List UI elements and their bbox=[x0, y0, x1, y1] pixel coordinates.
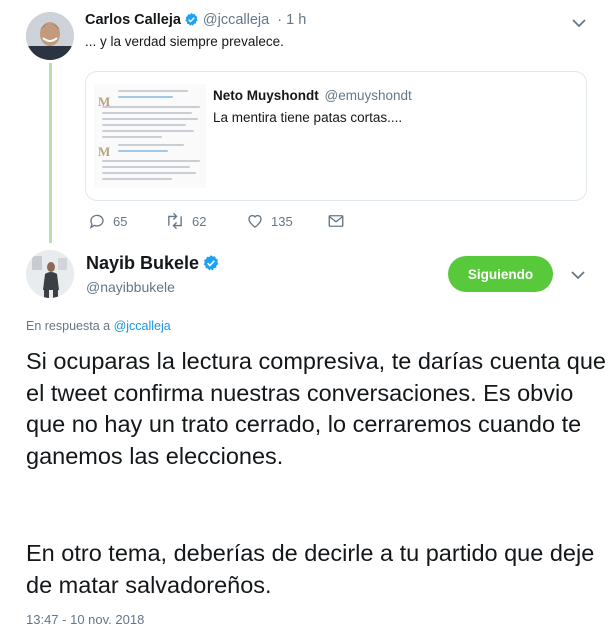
retweet-count: 62 bbox=[192, 213, 207, 229]
tweet-body-paragraph-1: Si ocuparas la lectura compresiva, te da… bbox=[26, 348, 606, 469]
in-reply-to-line: En respuesta a @jccalleja bbox=[26, 319, 171, 333]
avatar-portrait-image bbox=[26, 250, 74, 298]
svg-text:M: M bbox=[98, 144, 110, 159]
quoted-tweet-image: M M bbox=[94, 84, 206, 188]
quoted-author-handle: @emuyshondt bbox=[324, 88, 412, 103]
avatar-carlos-calleja[interactable] bbox=[26, 12, 74, 60]
reply-count: 65 bbox=[113, 213, 128, 229]
retweet-icon bbox=[168, 212, 182, 230]
avatar-nayib-bukele[interactable] bbox=[26, 250, 74, 298]
quoted-author-name: Neto Muyshondt bbox=[213, 88, 319, 103]
verified-badge-icon bbox=[184, 12, 199, 31]
tweet-timestamp[interactable]: 13:47 - 10 nov. 2018 bbox=[26, 612, 144, 627]
thread-connector-line bbox=[49, 63, 52, 243]
reply-icon bbox=[89, 214, 104, 229]
like-button[interactable]: 135 bbox=[246, 212, 293, 230]
retweet-button[interactable]: 62 bbox=[165, 212, 206, 230]
message-icon bbox=[328, 215, 344, 227]
parent-tweet-age[interactable]: · 1 h bbox=[277, 12, 306, 28]
quoted-tweet-card[interactable]: M M Neto Muyshondt @emuyshondt La mentir… bbox=[85, 71, 587, 201]
quoted-author-line: Neto Muyshondt @emuyshondt bbox=[213, 88, 412, 103]
parent-tweet-text: ... y la verdad siempre prevalece. bbox=[85, 34, 284, 49]
reply-to-handle-link[interactable]: @jccalleja bbox=[114, 319, 171, 333]
parent-author-handle[interactable]: @jccalleja bbox=[203, 12, 269, 28]
avatar-portrait-image bbox=[26, 12, 74, 60]
direct-message-button[interactable] bbox=[327, 212, 345, 230]
following-button[interactable]: Siguiendo bbox=[448, 256, 553, 292]
like-icon bbox=[248, 214, 262, 228]
quoted-tweet-text: La mentira tiene patas cortas.... bbox=[213, 110, 403, 125]
verified-badge-icon bbox=[202, 254, 220, 277]
parent-author-name[interactable]: Carlos Calleja bbox=[85, 12, 181, 28]
chevron-down-icon[interactable] bbox=[570, 14, 588, 32]
chevron-down-icon[interactable] bbox=[569, 266, 587, 284]
tweet-body-paragraph-2: En otro tema, deberías de decirle a tu p… bbox=[26, 540, 595, 598]
reply-button[interactable]: 65 bbox=[88, 212, 127, 230]
main-author-line: Nayib Bukele bbox=[86, 253, 220, 277]
like-count: 135 bbox=[271, 213, 293, 229]
main-author-handle[interactable]: @nayibbukele bbox=[86, 279, 175, 295]
main-author-name[interactable]: Nayib Bukele bbox=[86, 253, 199, 273]
parent-author-line: Carlos Calleja @jccalleja · 1 h bbox=[85, 12, 306, 31]
reply-prefix: En respuesta a bbox=[26, 319, 111, 333]
